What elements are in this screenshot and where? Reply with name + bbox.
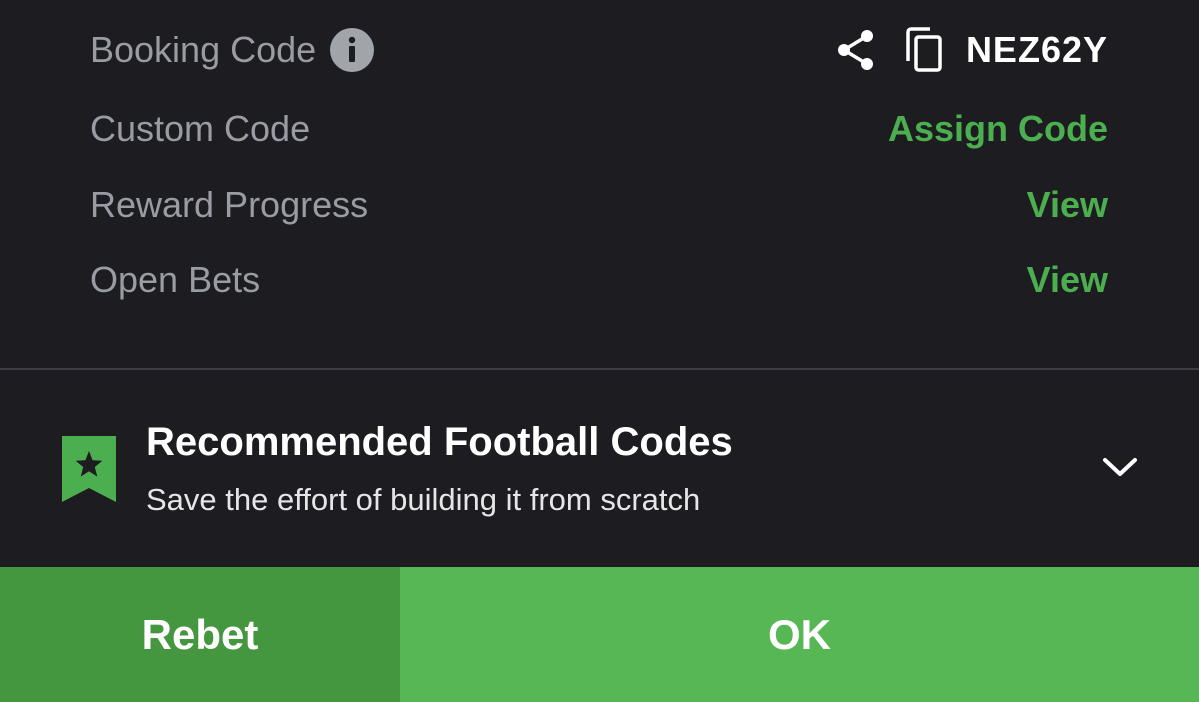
- booking-code-row: Booking Code NEZ62Y: [90, 20, 1108, 80]
- chevron-down-icon[interactable]: [1100, 452, 1140, 482]
- booking-code-label: Booking Code: [90, 29, 317, 70]
- copy-icon[interactable]: [902, 27, 946, 73]
- custom-code-row: Custom Code Assign Code: [90, 99, 1108, 159]
- recommended-codes-panel[interactable]: Recommended Football Codes Save the effo…: [0, 370, 1199, 567]
- action-bar: Rebet OK: [0, 567, 1199, 702]
- ok-button[interactable]: OK: [400, 567, 1199, 702]
- rebet-button[interactable]: Rebet: [0, 567, 400, 702]
- reward-progress-view-link[interactable]: View: [1027, 184, 1108, 226]
- reward-progress-label: Reward Progress: [90, 184, 369, 225]
- custom-code-label: Custom Code: [90, 108, 311, 149]
- recommended-title: Recommended Football Codes: [146, 420, 733, 464]
- open-bets-view-link[interactable]: View: [1027, 259, 1108, 301]
- recommended-subtitle: Save the effort of building it from scra…: [146, 482, 701, 517]
- open-bets-row: Open Bets View: [90, 250, 1108, 310]
- share-icon[interactable]: [834, 28, 878, 72]
- assign-code-link[interactable]: Assign Code: [888, 108, 1108, 150]
- booking-code-label-group: Booking Code: [90, 28, 375, 72]
- bookmark-star-icon: [62, 436, 116, 502]
- booking-code-actions: NEZ62Y: [834, 27, 1108, 73]
- booking-code-value[interactable]: NEZ62Y: [966, 29, 1108, 71]
- bet-confirmation-screen: Booking Code NEZ62Y Custom Code Assign C…: [0, 0, 1199, 702]
- open-bets-label: Open Bets: [90, 259, 261, 300]
- info-icon[interactable]: [330, 28, 375, 72]
- reward-progress-row: Reward Progress View: [90, 175, 1108, 235]
